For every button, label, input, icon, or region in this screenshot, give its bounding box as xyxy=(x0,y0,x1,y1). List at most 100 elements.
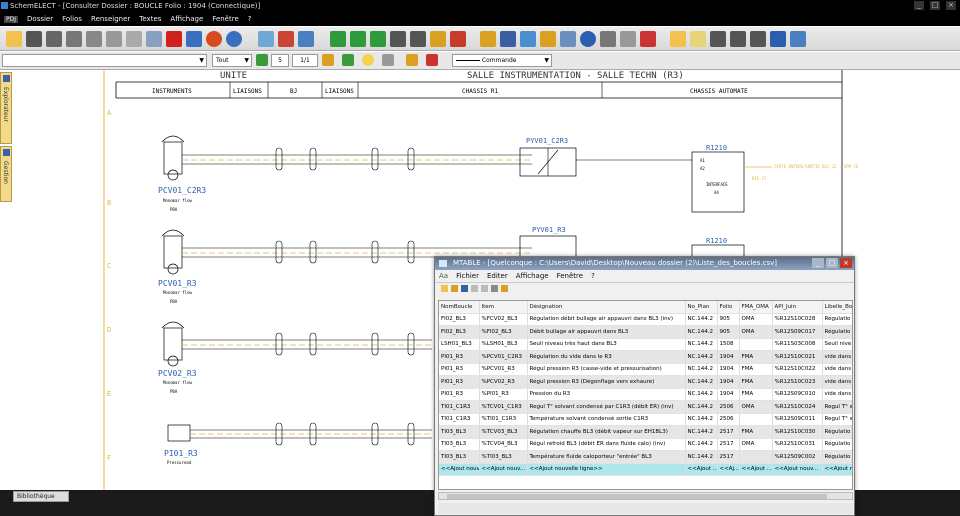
menu-affichage[interactable]: Affichage xyxy=(170,15,203,23)
ruler-icon[interactable] xyxy=(322,54,334,66)
cell[interactable]: 2506 xyxy=(717,413,740,426)
cell[interactable]: NC.144.2 xyxy=(685,425,718,439)
maximize-icon[interactable]: □ xyxy=(826,258,838,268)
cell[interactable]: Régulatio xyxy=(822,438,852,451)
forward-icon[interactable] xyxy=(410,31,426,47)
scrollbar-thumb[interactable] xyxy=(447,494,827,499)
minimize-icon[interactable]: _ xyxy=(914,1,924,10)
cell[interactable]: NC.144.2 xyxy=(685,388,718,401)
cell[interactable]: TI03_BL3 xyxy=(439,450,480,464)
add-new-row[interactable]: <<Ajout nouv...<<Ajout nouv...<<Ajout no… xyxy=(439,463,852,476)
cell[interactable]: Température solvant condensé sortie C1R3 xyxy=(527,413,686,426)
folio-list-icon[interactable] xyxy=(710,31,726,47)
cell[interactable]: %R12S09C010 xyxy=(772,388,823,401)
help-icon[interactable] xyxy=(501,285,508,292)
cell[interactable]: <<Ajout nouv... xyxy=(479,463,528,476)
table-icon[interactable] xyxy=(520,31,536,47)
mtable-menu-affichage[interactable]: Affichage xyxy=(516,272,549,280)
stamp-icon[interactable] xyxy=(450,31,466,47)
col-item[interactable]: Item xyxy=(479,301,528,314)
cell[interactable]: 905 xyxy=(717,325,740,339)
folio-icon[interactable] xyxy=(670,31,686,47)
cell[interactable]: %R12S10C021 xyxy=(772,350,823,364)
cell[interactable]: Régulatio xyxy=(822,313,852,326)
col-api-juin[interactable]: API_Juin xyxy=(772,301,823,314)
brush-icon[interactable] xyxy=(480,31,496,47)
table-row[interactable]: PI01_R3 %PCV01_C2R3 Régulation du vide dan… xyxy=(439,350,852,364)
cell[interactable]: TI03_BL3 xyxy=(439,425,480,439)
horizontal-scrollbar[interactable] xyxy=(438,492,853,500)
print-icon[interactable] xyxy=(146,31,162,47)
cell[interactable]: Régulatio xyxy=(822,425,852,439)
cell[interactable]: %R12S10C024 xyxy=(772,400,823,414)
cell[interactable]: %PI01_R3 xyxy=(479,388,528,401)
table-row[interactable]: TI01_C1R3 %TCV01_C1R3 Regul T° solvant con… xyxy=(439,400,852,414)
cell[interactable]: NC.144.2 xyxy=(685,438,718,451)
cell[interactable]: NC.144.2 xyxy=(685,313,718,326)
mtable-window[interactable]: MTABLE - [Quelconque : C:\Users\David\De… xyxy=(434,256,855,516)
menu-folios[interactable]: Folios xyxy=(62,15,82,23)
cell[interactable]: NC.144.2 xyxy=(685,400,718,414)
info-icon[interactable] xyxy=(298,31,314,47)
cell[interactable]: TI03_BL3 xyxy=(439,438,480,451)
cell[interactable]: OMA xyxy=(739,400,773,414)
properties-icon[interactable] xyxy=(580,31,596,47)
stop-icon[interactable] xyxy=(206,31,222,47)
refresh-icon[interactable] xyxy=(491,285,498,292)
cell[interactable]: <<Ajout nouv... xyxy=(772,463,823,476)
table-row[interactable]: PI01_R3 %PI01_R3 Pression du R3 NC.144.2 190… xyxy=(439,388,852,401)
next-page-icon[interactable] xyxy=(370,31,386,47)
back-icon[interactable] xyxy=(390,31,406,47)
cell[interactable]: Régul pression R3 (casse-vide et pressur… xyxy=(527,363,686,376)
cell[interactable]: OMA xyxy=(739,325,773,339)
cell[interactable]: FMA xyxy=(739,388,773,401)
cell[interactable]: OMA xyxy=(739,438,773,451)
cell[interactable]: Seuil niveau très haut dans BL3 xyxy=(527,338,686,351)
cell[interactable]: FI02_BL3 xyxy=(439,325,480,339)
cell[interactable]: Régulation débit bullage air appauvri da… xyxy=(527,313,686,326)
close-icon[interactable]: × xyxy=(946,1,956,10)
tab-bibliotheque[interactable]: Bibliothèque xyxy=(13,491,69,502)
line-icon[interactable] xyxy=(406,54,418,66)
cell[interactable]: PI01_R3 xyxy=(439,350,480,364)
col-no-plan[interactable]: No_Plan xyxy=(685,301,718,314)
filter-select[interactable]: Tout ▼ xyxy=(212,54,252,67)
side-tab-gestion[interactable]: Gestion xyxy=(0,146,12,202)
cell[interactable]: FI02_BL3 xyxy=(439,313,480,326)
table-row[interactable]: TI03_BL3 %TCV04_BL3 Régul refroid BL3 (déb… xyxy=(439,438,852,451)
wire-icon[interactable] xyxy=(620,31,636,47)
erase-line-icon[interactable] xyxy=(426,54,438,66)
cell[interactable]: 905 xyxy=(717,313,740,326)
cell[interactable]: vide dans xyxy=(822,350,852,364)
cell[interactable]: %R12S10C022 xyxy=(772,363,823,376)
cell[interactable] xyxy=(739,450,773,464)
cell[interactable]: %PCV01_R3 xyxy=(479,363,528,376)
bulb-icon[interactable] xyxy=(362,54,374,66)
cell[interactable]: Régulatio xyxy=(822,325,852,339)
table-row[interactable]: TI03_BL3 %TI03_BL3 Température fluide calo… xyxy=(439,450,852,464)
undo-icon[interactable] xyxy=(186,31,202,47)
calendar-icon[interactable] xyxy=(350,31,366,47)
save-icon[interactable] xyxy=(46,31,62,47)
cell[interactable]: 1904 xyxy=(717,375,740,389)
cell[interactable]: 2506 xyxy=(717,400,740,414)
settings-icon[interactable] xyxy=(790,31,806,47)
cell[interactable]: PI01_R3 xyxy=(439,388,480,401)
cell[interactable]: LSH01_BL3 xyxy=(439,338,480,351)
col-fma-oma[interactable]: FMA_OMA xyxy=(739,301,773,314)
cell[interactable]: Régulatio xyxy=(822,450,852,464)
cell[interactable]: NC.144.2 xyxy=(685,350,718,364)
cell[interactable]: 1508 xyxy=(717,338,740,351)
tools-icon[interactable] xyxy=(540,31,556,47)
table-row[interactable]: LSH01_BL3 %LSH01_BL3 Seuil niveau très hau… xyxy=(439,338,852,351)
pencil-icon[interactable] xyxy=(342,54,354,66)
mtable-menu-fichier[interactable]: Fichier xyxy=(456,272,479,280)
cell[interactable]: Seuil nive xyxy=(822,338,852,351)
loop-1[interactable]: PCV01_C2R3 Monomar flow PBA PYV01_C2R3 R… xyxy=(158,135,859,213)
minimize-icon[interactable]: _ xyxy=(812,258,824,268)
cell[interactable]: NC.144.2 xyxy=(685,363,718,376)
cell[interactable]: 1904 xyxy=(717,388,740,401)
cell[interactable]: 1904 xyxy=(717,363,740,376)
cell[interactable]: %R12S10C030 xyxy=(772,425,823,439)
table-row[interactable]: FI02_BL3 %FI02_BL3 Débit bullage air appau… xyxy=(439,325,852,339)
